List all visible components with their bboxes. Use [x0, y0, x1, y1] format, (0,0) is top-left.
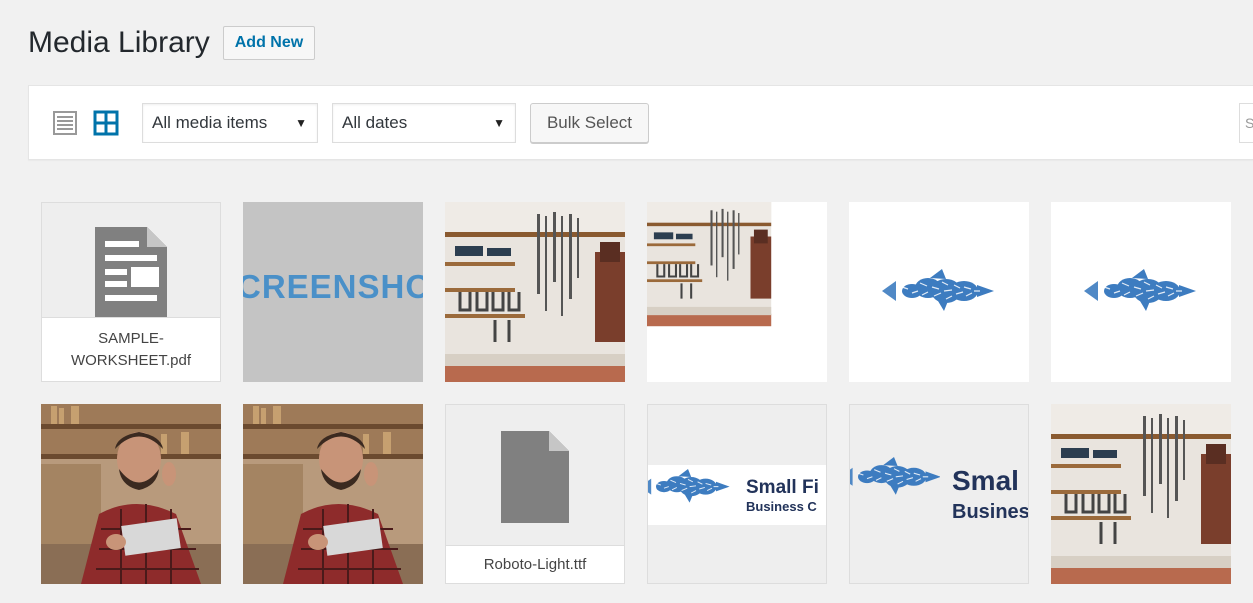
- media-item-roboto-light[interactable]: Roboto-Light.ttf: [445, 404, 625, 584]
- media-item-sample-worksheet[interactable]: SAMPLE- WORKSHEET.pdf: [41, 202, 221, 382]
- file-icon: [501, 431, 569, 528]
- media-item-small-fish-logo-2[interactable]: Smal Busines: [849, 404, 1029, 584]
- fish-logo-mark: [648, 469, 730, 504]
- page-header: Media Library Add New: [28, 22, 316, 64]
- logo-image: Smal Busines: [850, 453, 1029, 537]
- date-filter[interactable]: All dates ▼: [332, 103, 516, 143]
- media-item-tool-wall[interactable]: [445, 202, 625, 382]
- logo-text-line-1: Small Fi: [746, 477, 819, 498]
- logo-text-line-2: Busines: [952, 501, 1029, 523]
- search-input[interactable]: S: [1239, 103, 1253, 143]
- media-item-fish-school[interactable]: [849, 202, 1029, 382]
- media-item-screenshot[interactable]: CREENSHO: [243, 202, 423, 382]
- tool-wall-image: [1051, 404, 1231, 584]
- list-view-icon[interactable]: [53, 111, 77, 135]
- file-name: Roboto-Light.ttf: [446, 545, 624, 583]
- fish-logo-mark: [850, 457, 940, 496]
- tool-wall-image: [445, 202, 625, 382]
- tool-wall-cropped-image: [647, 202, 773, 328]
- add-new-button[interactable]: Add New: [222, 26, 316, 60]
- dropdown-arrow-icon: ▼: [295, 116, 307, 130]
- file-name-line-2: WORKSHEET.pdf: [70, 351, 192, 369]
- logo-image: Small Fi Business C: [648, 465, 826, 525]
- media-item-man-with-tablet-2[interactable]: [243, 404, 423, 584]
- file-name-line-1: SAMPLE-: [98, 329, 164, 347]
- document-icon: [95, 227, 167, 324]
- logo-text-line-1: Smal: [952, 465, 1019, 496]
- media-item-tool-wall-2[interactable]: [1051, 404, 1231, 584]
- media-item-small-fish-logo[interactable]: Small Fi Business C: [647, 404, 827, 584]
- media-type-filter[interactable]: All media items ▼: [142, 103, 318, 143]
- media-toolbar: All media items ▼ All dates ▼ Bulk Selec…: [28, 85, 1253, 160]
- grid-view-icon[interactable]: [93, 110, 119, 136]
- screenshot-thumbnail-text: CREENSHO: [243, 268, 423, 305]
- date-filter-value: All dates: [342, 113, 408, 132]
- media-type-filter-value: All media items: [152, 113, 268, 132]
- dropdown-arrow-icon: ▼: [493, 116, 505, 130]
- media-item-tool-wall-cropped[interactable]: [647, 202, 827, 382]
- man-with-tablet-image: [41, 404, 221, 584]
- page-title: Media Library: [28, 26, 210, 59]
- fish-school-image: [1083, 268, 1197, 312]
- man-with-tablet-image: [243, 404, 423, 584]
- bulk-select-button[interactable]: Bulk Select: [530, 103, 649, 143]
- file-name: SAMPLE- WORKSHEET.pdf: [42, 317, 220, 381]
- media-item-man-with-tablet[interactable]: [41, 404, 221, 584]
- logo-text-line-2: Business C: [746, 499, 817, 514]
- media-item-fish-school-2[interactable]: [1051, 202, 1231, 382]
- fish-school-image: [881, 268, 995, 312]
